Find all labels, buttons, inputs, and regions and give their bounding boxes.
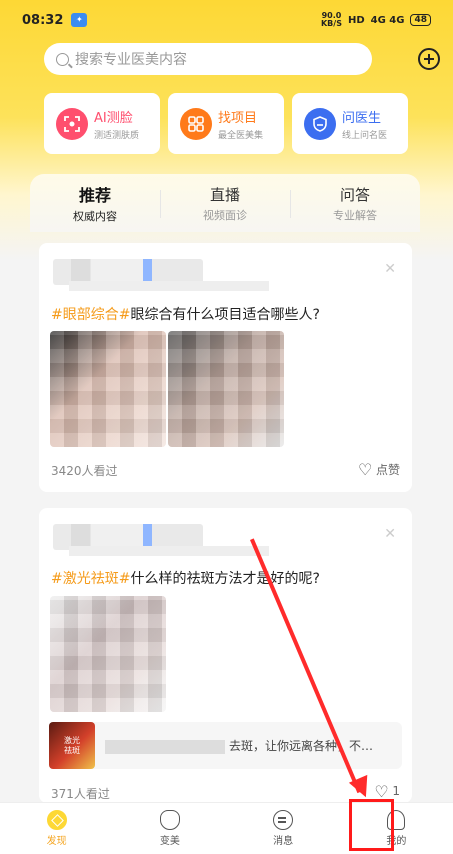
tab-subtitle: 权威内容 bbox=[73, 210, 117, 223]
doctor-shield-icon bbox=[304, 107, 336, 140]
add-button[interactable] bbox=[418, 48, 440, 70]
tab-title: 直播 bbox=[209, 185, 240, 204]
face-scan-icon bbox=[56, 107, 88, 140]
nav-label: 变美 bbox=[159, 836, 180, 847]
like-button[interactable]: 点赞 bbox=[358, 461, 400, 478]
post-image[interactable] bbox=[50, 596, 166, 712]
author-meta-blurred bbox=[69, 546, 269, 556]
feature-title: AI测脸 bbox=[94, 110, 133, 126]
status-bar: 08:32 ✦ 90.0 KB/S HD 4G 4G 48 bbox=[0, 0, 453, 40]
feature-cards: AI测脸 测适测肤质 找项目 最全医美集 问医生 线上问名医 bbox=[44, 93, 408, 154]
post-title[interactable]: #激光祛斑#什么样的祛斑方法才是好的呢? bbox=[51, 568, 320, 588]
feature-subtitle: 测适测肤质 bbox=[94, 130, 140, 141]
tab-live[interactable]: 直播 视频面诊 bbox=[160, 184, 290, 223]
tab-title: 问答 bbox=[339, 185, 370, 204]
product-description: 去斑，让你远离各种，不… bbox=[105, 737, 395, 754]
search-placeholder: 搜索专业医美内容 bbox=[75, 52, 187, 68]
like-label: 点赞 bbox=[375, 463, 400, 477]
nav-label: 发现 bbox=[46, 836, 67, 847]
feature-ask-doctor[interactable]: 问医生 线上问名医 bbox=[292, 93, 408, 154]
feature-subtitle: 线上问名医 bbox=[342, 130, 388, 141]
post-title-text: 什么样的祛斑方法才是好的呢? bbox=[130, 571, 320, 587]
feature-subtitle: 最全医美集 bbox=[218, 130, 264, 141]
close-icon[interactable]: ✕ bbox=[384, 526, 396, 542]
annotation-highlight-box bbox=[349, 799, 394, 851]
nav-messages[interactable]: 消息 bbox=[227, 803, 340, 854]
search-input[interactable]: 搜索专业医美内容 bbox=[44, 43, 372, 75]
product-text: 去斑，让你远离各种，不… bbox=[229, 739, 374, 753]
feature-ai-face[interactable]: AI测脸 测适测肤质 bbox=[44, 93, 160, 154]
feature-find-project[interactable]: 找项目 最全医美集 bbox=[168, 93, 284, 154]
message-icon bbox=[273, 810, 294, 830]
battery-indicator: 48 bbox=[410, 14, 431, 26]
feature-title: 找项目 bbox=[218, 110, 258, 126]
like-count: 1 bbox=[392, 784, 400, 798]
post-image[interactable] bbox=[168, 331, 284, 447]
network-speed: 90.0 KB/S bbox=[320, 11, 342, 28]
tab-subtitle: 视频面诊 bbox=[203, 208, 247, 222]
post-image[interactable] bbox=[50, 331, 166, 447]
tab-recommend[interactable]: 推荐 权威内容 bbox=[30, 182, 160, 224]
status-time: 08:32 bbox=[22, 12, 64, 28]
close-icon[interactable]: ✕ bbox=[384, 261, 396, 277]
nav-label: 消息 bbox=[273, 836, 294, 847]
grid-icon bbox=[180, 107, 212, 140]
search-row: 搜索专业医美内容 bbox=[44, 42, 440, 76]
search-icon bbox=[56, 52, 69, 66]
beauty-icon bbox=[159, 810, 180, 830]
heart-icon bbox=[358, 463, 372, 476]
notification-app-icon: ✦ bbox=[71, 13, 88, 27]
tab-title: 推荐 bbox=[78, 186, 111, 205]
linked-product[interactable]: 激光 祛斑 去斑，让你远离各种，不… bbox=[49, 722, 402, 769]
post-views: 371人看过 bbox=[51, 787, 110, 801]
nav-discover[interactable]: 发现 bbox=[0, 803, 113, 854]
hd-indicator: HD bbox=[347, 14, 365, 26]
tab-qa[interactable]: 问答 专业解答 bbox=[290, 184, 420, 223]
signal-indicator: 4G 4G bbox=[370, 14, 405, 26]
author-meta-blurred bbox=[69, 281, 269, 291]
tab-subtitle: 专业解答 bbox=[333, 208, 377, 222]
post-title-text: 眼综合有什么项目适合哪些人? bbox=[130, 307, 320, 323]
heart-icon bbox=[374, 785, 388, 798]
post-card[interactable]: ✕ #激光祛斑#什么样的祛斑方法才是好的呢? 激光 祛斑 去斑，让你远离各种，不… bbox=[39, 508, 412, 803]
nav-beauty[interactable]: 变美 bbox=[113, 803, 226, 854]
feature-title: 问医生 bbox=[342, 110, 382, 126]
post-hashtag[interactable]: #眼部综合# bbox=[51, 307, 130, 323]
like-button[interactable]: 1 bbox=[374, 784, 400, 798]
product-thumbnail: 激光 祛斑 bbox=[49, 722, 95, 769]
post-title[interactable]: #眼部综合#眼综合有什么项目适合哪些人? bbox=[51, 304, 320, 324]
post-views: 3420人看过 bbox=[51, 464, 118, 478]
discover-icon bbox=[46, 810, 67, 830]
content-tabs: 推荐 权威内容 直播 视频面诊 问答 专业解答 bbox=[30, 174, 420, 232]
post-card[interactable]: ✕ #眼部综合#眼综合有什么项目适合哪些人? 3420人看过 点赞 bbox=[39, 243, 412, 492]
product-name-blurred bbox=[105, 739, 225, 754]
status-indicators: 90.0 KB/S HD 4G 4G 48 bbox=[321, 12, 431, 28]
post-hashtag[interactable]: #激光祛斑# bbox=[51, 571, 130, 587]
